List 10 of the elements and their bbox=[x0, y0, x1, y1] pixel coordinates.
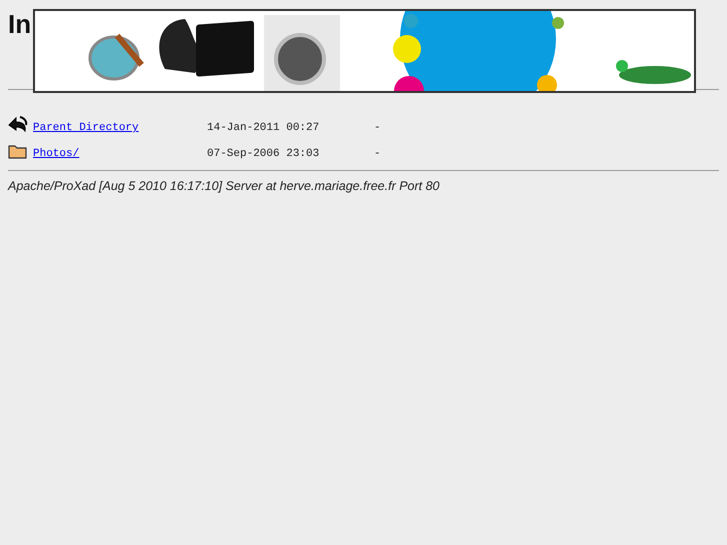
server-signature: Apache/ProXad [Aug 5 2010 16:17:10] Server at herve.mariage.free.fr Port 80 bbox=[8, 179, 441, 193]
directory-link[interactable]: Photos/ bbox=[33, 148, 207, 160]
modified-date: 14-Jan-2011 00:27 bbox=[207, 122, 320, 134]
modified-date: 07-Sep-2006 23:03 bbox=[207, 148, 320, 160]
folder-icon bbox=[8, 143, 28, 160]
file-size: - bbox=[374, 148, 381, 160]
file-size: - bbox=[374, 122, 381, 134]
directory-link[interactable]: Parent Directory bbox=[33, 122, 207, 134]
back-arrow-icon bbox=[8, 116, 28, 134]
page-title: In bbox=[8, 9, 32, 39]
